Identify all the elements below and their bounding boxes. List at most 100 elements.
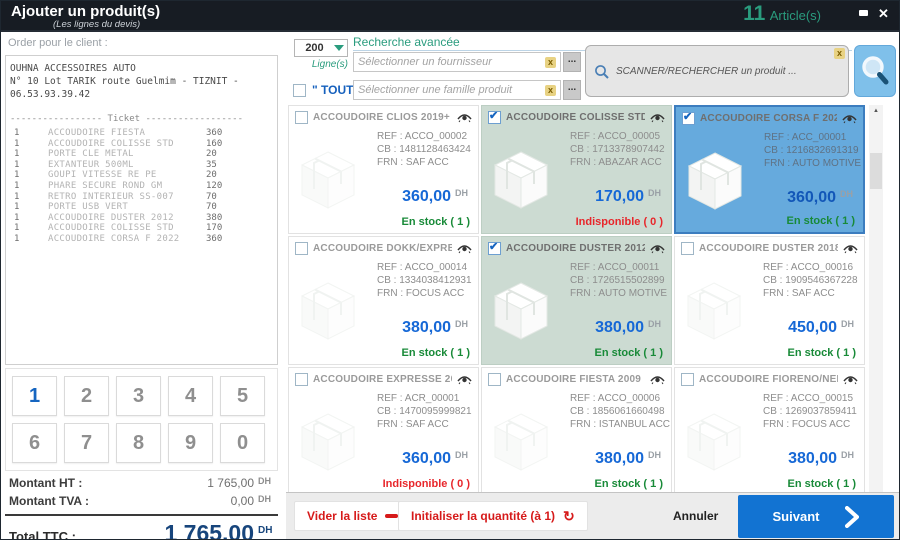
product-frn: FRN : ISTANBUL ACC bbox=[570, 419, 671, 430]
product-card-header: ✔ ACCOUDOIRE COLISSE STD bbox=[482, 106, 671, 126]
product-card[interactable]: ✔ ACCOUDOIRE EXPRESSE 2021 REF : bbox=[288, 367, 479, 493]
clear-scanner-icon[interactable]: x bbox=[834, 48, 845, 59]
search-button[interactable] bbox=[854, 45, 896, 97]
package-box-icon bbox=[490, 148, 552, 217]
product-card[interactable]: ✔ ACCOUDOIRE FIORENO/NEMO REF : A bbox=[674, 367, 865, 493]
product-card[interactable]: ✔ ACCOUDOIRE COLISSE STD REF : ACCO_0000… bbox=[481, 105, 672, 234]
clear-family-icon[interactable]: x bbox=[545, 84, 556, 96]
scanner-search-input[interactable]: SCANNER/RECHERCHER un produit ... x bbox=[585, 45, 849, 97]
product-cb: CB : 1726515502899 bbox=[570, 275, 665, 286]
next-button[interactable]: Suivant bbox=[738, 495, 894, 538]
numpad-key-1[interactable]: 1 bbox=[12, 376, 57, 416]
product-checkbox[interactable]: ✔ bbox=[488, 241, 501, 255]
numpad-key-8[interactable]: 8 bbox=[116, 423, 161, 463]
product-checkbox[interactable]: ✔ bbox=[295, 373, 308, 386]
refresh-icon: ↻ bbox=[563, 508, 575, 524]
product-checkbox[interactable]: ✔ bbox=[295, 111, 308, 124]
product-cb: CB : 1269037859411 bbox=[763, 406, 857, 417]
product-card[interactable]: ✔ ACCOUDOIRE CORSA F 2022 REF : ACC_0000… bbox=[674, 105, 865, 234]
scrollbar-thumb[interactable] bbox=[870, 153, 882, 189]
product-checkbox[interactable]: ✔ bbox=[681, 373, 694, 386]
advanced-search-link[interactable]: Recherche avancée bbox=[353, 35, 460, 49]
product-card-header: ✔ ACCOUDOIRE FIESTA 2009 bbox=[482, 368, 671, 388]
supplier-select[interactable]: Sélectionner un fournisseur x bbox=[353, 52, 561, 72]
numpad-key-9[interactable]: 9 bbox=[168, 423, 213, 463]
product-card[interactable]: ✔ ACCOUDOIRE DOKK/EXPRESS REF : A bbox=[288, 236, 479, 365]
search-icon bbox=[862, 56, 889, 85]
numpad-key-2[interactable]: 2 bbox=[64, 376, 109, 416]
supplier-browse-button[interactable]: ... bbox=[563, 52, 581, 72]
product-info: REF : ACCO_00014 CB : 1334038412931 FRN … bbox=[377, 261, 472, 300]
ticket-line: 1 ACCOUDOIRE COLISSE STD 160 bbox=[14, 138, 223, 149]
ticket-line: 1 PORTE USB VERT 70 bbox=[14, 202, 217, 213]
product-info: REF : ACCO_00015 CB : 1269037859411 FRN … bbox=[763, 392, 857, 431]
product-card[interactable]: ✔ ACCOUDOIRE DUSTER 2012 REF : ACCO_0001… bbox=[481, 236, 672, 365]
eye-icon[interactable] bbox=[843, 375, 858, 385]
numpad-key-4[interactable]: 4 bbox=[168, 376, 213, 416]
clear-list-label: Vider la liste bbox=[307, 509, 378, 523]
product-card[interactable]: ✔ ACCOUDOIRE CLIOS 2019+ REF : AC bbox=[288, 105, 479, 234]
eye-icon[interactable] bbox=[650, 375, 665, 385]
eye-icon[interactable] bbox=[650, 113, 665, 123]
package-box-icon bbox=[297, 148, 359, 217]
price-currency: DH bbox=[648, 450, 661, 460]
tva-currency: DH bbox=[258, 494, 271, 504]
product-checkbox[interactable]: ✔ bbox=[681, 242, 694, 255]
ticket-preview: OUHNA ACCESSOIRES AUTO N° 10 Lot TARIK r… bbox=[5, 55, 278, 365]
eye-icon[interactable] bbox=[842, 114, 857, 124]
package-box-icon bbox=[683, 279, 745, 348]
ticket-line: 1 RETRO INTERIEUR SS-007 70 bbox=[14, 191, 217, 202]
numpad-key-5[interactable]: 5 bbox=[220, 376, 265, 416]
price-value: 380,00 bbox=[595, 450, 644, 467]
cancel-button[interactable]: Annuler bbox=[659, 501, 732, 531]
numpad-key-7[interactable]: 7 bbox=[64, 423, 109, 463]
eye-icon[interactable] bbox=[650, 244, 665, 254]
product-price: 360,00 DH bbox=[402, 188, 468, 206]
product-card[interactable]: ✔ ACCOUDOIRE DUSTER 2018+ REF : A bbox=[674, 236, 865, 365]
product-checkbox[interactable]: ✔ bbox=[488, 373, 501, 386]
numpad-key-0[interactable]: 0 bbox=[220, 423, 265, 463]
product-card-header: ✔ ACCOUDOIRE FIORENO/NEMO bbox=[675, 368, 864, 388]
close-icon[interactable]: ✕ bbox=[876, 7, 891, 20]
grid-scrollbar[interactable]: ▲ bbox=[869, 105, 883, 493]
product-cb: CB : 1909546367228 bbox=[763, 275, 858, 286]
page-size-select[interactable]: 200 bbox=[294, 39, 348, 57]
product-title: ACCOUDOIRE FIORENO/NEMO bbox=[699, 374, 838, 385]
price-currency: DH bbox=[455, 319, 468, 329]
stock-status: En stock ( 1 ) bbox=[786, 215, 855, 227]
ticket-line: 1 ACCOUDOIRE DUSTER 2012 380 bbox=[14, 212, 223, 223]
product-ref: REF : ACCO_00015 bbox=[763, 393, 854, 404]
montant-tva-row: Montant TVA : 0,00 DH bbox=[5, 492, 278, 510]
chevron-right-icon bbox=[845, 505, 860, 528]
family-select[interactable]: Sélectionner une famille produit x bbox=[353, 80, 561, 100]
product-info: REF : ACCO_00011 CB : 1726515502899 FRN … bbox=[570, 261, 667, 300]
scroll-up-icon[interactable]: ▲ bbox=[869, 105, 883, 114]
family-browse-button[interactable]: ... bbox=[563, 80, 581, 100]
product-checkbox[interactable]: ✔ bbox=[682, 111, 695, 125]
product-price: 380,00 DH bbox=[595, 450, 661, 468]
eye-icon[interactable] bbox=[457, 375, 472, 385]
product-checkbox[interactable]: ✔ bbox=[488, 110, 501, 124]
product-card-header: ✔ ACCOUDOIRE CORSA F 2022 bbox=[676, 107, 863, 127]
init-quantity-button[interactable]: Initialiser la quantité (à 1) ↻ bbox=[398, 501, 588, 531]
product-checkbox[interactable]: ✔ bbox=[295, 242, 308, 255]
package-box-icon bbox=[684, 149, 746, 218]
numpad-key-3[interactable]: 3 bbox=[116, 376, 161, 416]
price-value: 360,00 bbox=[402, 188, 451, 205]
clear-supplier-icon[interactable]: x bbox=[545, 56, 556, 68]
product-card-header: ✔ ACCOUDOIRE DOKK/EXPRESS bbox=[289, 237, 478, 257]
product-frn: FRN : FOCUS ACC bbox=[377, 288, 465, 299]
eye-icon[interactable] bbox=[457, 244, 472, 254]
eye-icon[interactable] bbox=[457, 113, 472, 123]
product-card[interactable]: ✔ ACCOUDOIRE FIESTA 2009 REF : AC bbox=[481, 367, 672, 493]
clear-list-button[interactable]: Vider la liste bbox=[294, 501, 412, 531]
numpad-key-6[interactable]: 6 bbox=[12, 423, 57, 463]
eye-icon[interactable] bbox=[843, 244, 858, 254]
tout-checkbox[interactable]: ✔ bbox=[293, 83, 306, 97]
ticket-line: 1 GOUPI VITESSE RE PE 20 bbox=[14, 170, 217, 181]
price-currency: DH bbox=[841, 450, 854, 460]
customer-address: N° 10 Lot TARIK route Guelmim - TIZNIT - bbox=[10, 76, 239, 87]
price-value: 360,00 bbox=[787, 189, 836, 206]
minimize-icon[interactable] bbox=[856, 7, 871, 20]
product-title: ACCOUDOIRE DOKK/EXPRESS bbox=[313, 243, 452, 254]
